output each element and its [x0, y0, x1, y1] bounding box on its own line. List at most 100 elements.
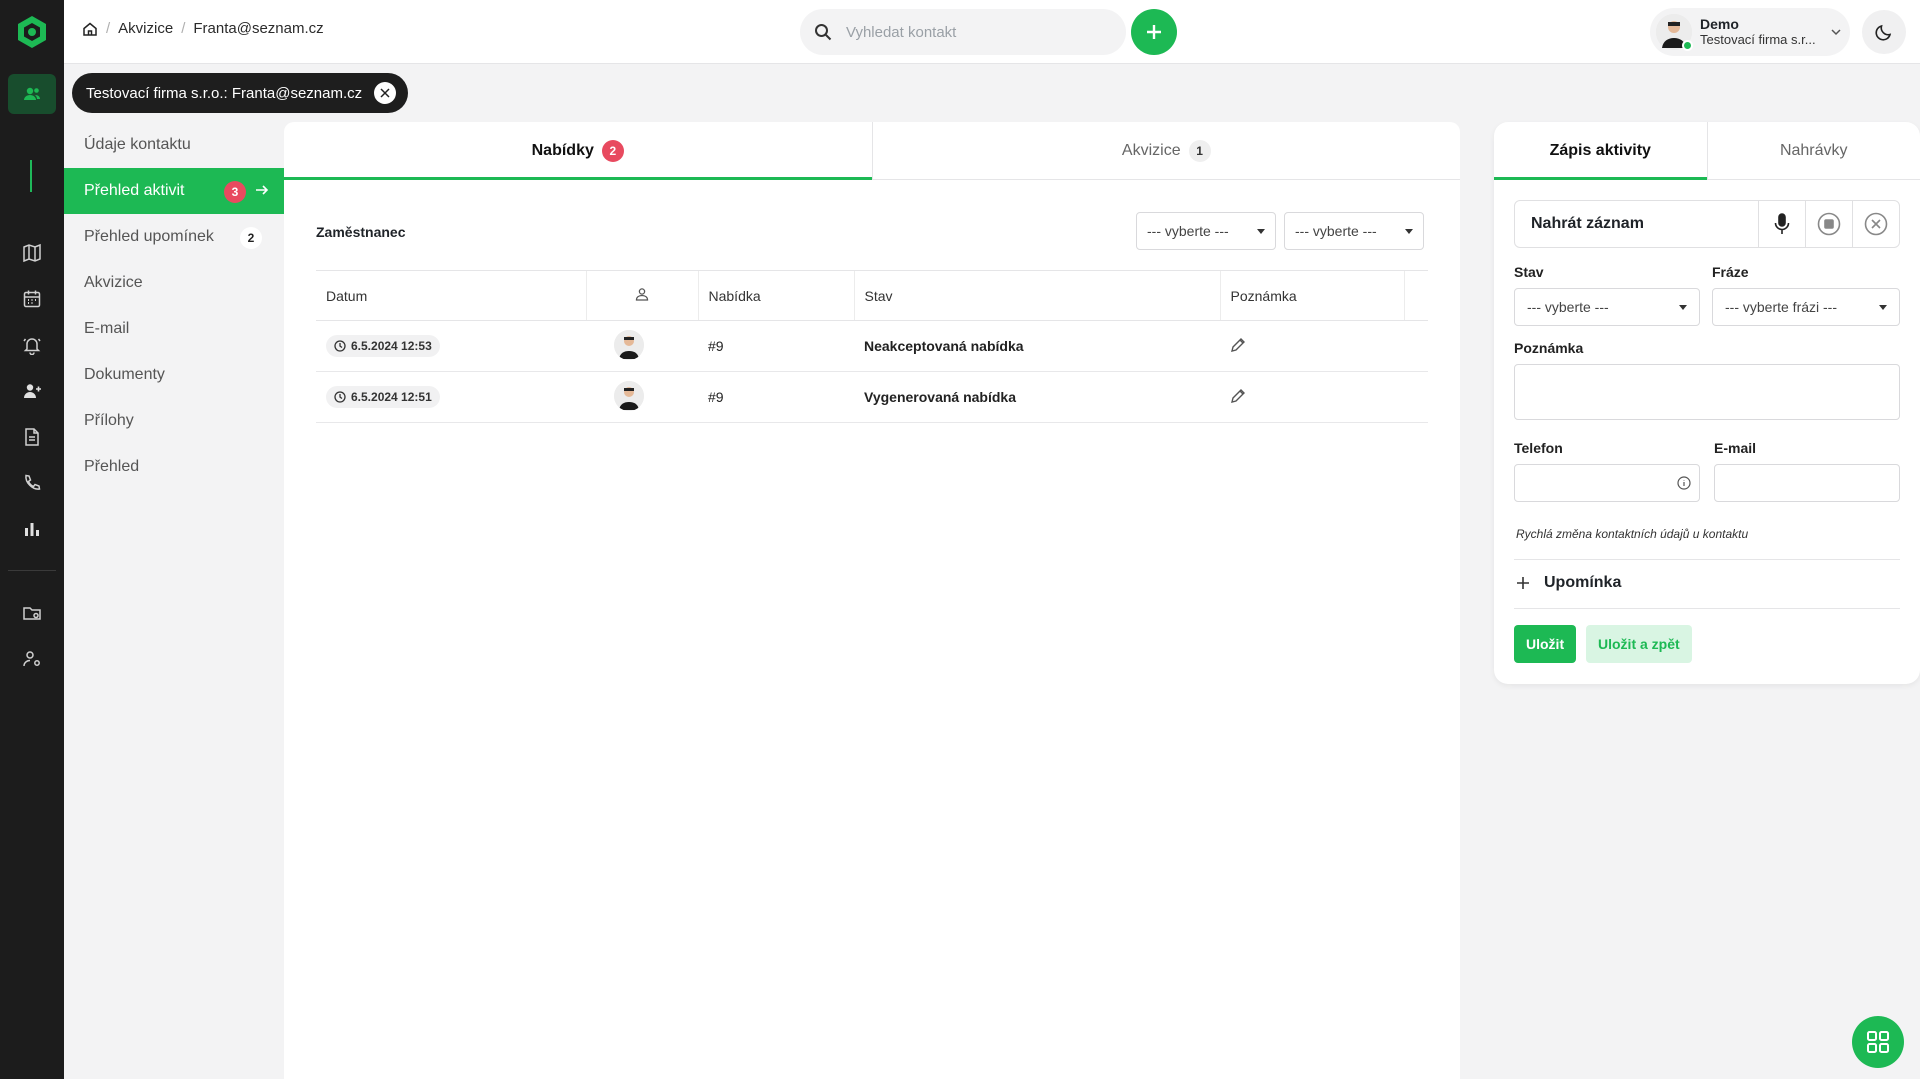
caret-down-icon: [1679, 304, 1687, 310]
stop-button[interactable]: [1805, 201, 1852, 247]
nav-label: Přílohy: [84, 412, 134, 429]
note-label: Poznámka: [1514, 340, 1584, 356]
phone-icon[interactable]: [8, 463, 56, 503]
save-button[interactable]: Uložit: [1514, 625, 1577, 663]
pencil-icon[interactable]: [1230, 388, 1246, 404]
phrase-select[interactable]: --- vyberte frázi ---: [1712, 288, 1900, 326]
folder-settings-icon[interactable]: [8, 593, 56, 633]
column-header-note[interactable]: Poznámka: [1219, 270, 1404, 321]
table-row[interactable]: 6.5.2024 12:53 #9 Neakceptovaná nabídka: [316, 320, 1428, 372]
bell-icon[interactable]: [8, 325, 56, 365]
app-logo-icon[interactable]: [15, 14, 49, 50]
email-label: E-mail: [1714, 440, 1757, 456]
column-header-date[interactable]: Datum: [316, 270, 586, 321]
date-pill: 6.5.2024 12:51: [326, 386, 440, 408]
user-menu[interactable]: Demo Testovací firma s.r...: [1650, 8, 1850, 56]
search-icon: [815, 24, 832, 41]
document-icon[interactable]: [8, 417, 56, 457]
clock-icon: [334, 340, 346, 352]
offers-table: Datum Nabídka Stav Poznámka 6.5.2024 12:…: [316, 270, 1428, 423]
row-state: Neakceptovaná nabídka: [854, 320, 1220, 372]
nav-item-attachments[interactable]: Přílohy: [64, 398, 284, 444]
email-field[interactable]: [1714, 464, 1900, 502]
row-offer[interactable]: #9: [698, 320, 854, 372]
tab-activity-record[interactable]: Zápis aktivity: [1494, 122, 1707, 180]
nav-item-akvizice[interactable]: Akvizice: [64, 260, 284, 306]
add-button[interactable]: [1131, 9, 1177, 55]
calendar-icon[interactable]: [8, 279, 56, 319]
employee-avatar: [614, 329, 644, 360]
divider: [1514, 608, 1900, 609]
activity-tabs: Zápis aktivity Nahrávky: [1494, 122, 1920, 180]
filter-select-1[interactable]: --- vyberte ---: [1136, 212, 1276, 250]
state-select[interactable]: --- vyberte ---: [1514, 288, 1700, 326]
column-header-employee[interactable]: [585, 270, 698, 321]
nav-badge: 2: [240, 227, 262, 249]
nav-label: Dokumenty: [84, 366, 165, 383]
nav-label: Přehled: [84, 458, 140, 475]
online-status-dot: [1682, 40, 1693, 51]
grid-icon: [1867, 1031, 1889, 1053]
reminder-label: Upomínka: [1544, 574, 1622, 591]
tab-akvizice[interactable]: Akvizice 1: [871, 122, 1461, 179]
column-header-offer[interactable]: Nabídka: [697, 270, 854, 321]
theme-toggle-button[interactable]: [1862, 10, 1906, 54]
row-state: Vygenerovaná nabídka: [854, 371, 1220, 423]
sidebar: [0, 0, 64, 1079]
nav-badge: 3: [224, 181, 246, 203]
caret-down-icon: [1405, 228, 1413, 234]
cancel-record-button[interactable]: [1852, 201, 1899, 247]
row-offer[interactable]: #9: [698, 371, 854, 423]
nav-item-contact-details[interactable]: Údaje kontaktu: [64, 122, 284, 168]
home-icon[interactable]: [82, 21, 98, 37]
add-reminder-button[interactable]: Upomínka: [1516, 574, 1621, 592]
microphone-icon: [1774, 213, 1790, 234]
contact-nav: Údaje kontaktu Přehled aktivit 3 Přehled…: [64, 122, 284, 1079]
chevron-down-icon: [1831, 29, 1841, 36]
close-icon[interactable]: [374, 82, 397, 104]
user-settings-icon[interactable]: [8, 639, 56, 679]
moon-icon: [1875, 24, 1892, 41]
open-contact-chip[interactable]: Testovací firma s.r.o.: Franta@seznam.cz: [72, 73, 409, 113]
nav-item-activity-overview[interactable]: Přehled aktivit 3: [64, 168, 284, 214]
chip-label: Testovací firma s.r.o.: Franta@seznam.cz: [86, 84, 363, 102]
stop-icon: [1817, 212, 1841, 236]
save-and-back-button[interactable]: Uložit a zpět: [1586, 625, 1692, 663]
record-label: Nahrát záznam: [1531, 215, 1644, 232]
avatar: [1656, 14, 1693, 51]
column-header-state[interactable]: Stav: [853, 270, 1220, 321]
filter-select-2[interactable]: --- vyberte ---: [1284, 212, 1424, 250]
column-header-empty: [1403, 270, 1428, 321]
user-icon: [635, 288, 649, 301]
nav-label: Údaje kontaktu: [84, 136, 191, 153]
nav-label: Přehled upomínek: [84, 228, 214, 245]
phone-field[interactable]: [1514, 464, 1700, 502]
chart-icon[interactable]: [8, 509, 56, 549]
employee-avatar: [614, 380, 644, 411]
contacts-nav-icon[interactable]: [8, 74, 56, 114]
date-pill: 6.5.2024 12:53: [326, 335, 440, 357]
select-value: --- vyberte ---: [1295, 223, 1377, 239]
note-textarea[interactable]: [1514, 364, 1900, 420]
user-contact-icon[interactable]: [8, 371, 56, 411]
plus-icon: [1517, 577, 1529, 589]
table-header-row: Datum Nabídka Stav Poznámka: [316, 270, 1428, 321]
breadcrumb-separator: /: [106, 20, 111, 37]
select-value: --- vyberte ---: [1147, 223, 1229, 239]
nav-item-overview[interactable]: Přehled: [64, 444, 284, 490]
breadcrumb-item-akvizice[interactable]: Akvizice: [118, 20, 173, 37]
breadcrumb-separator: /: [181, 20, 186, 37]
nav-item-reminders[interactable]: Přehled upomínek 2: [64, 214, 284, 260]
tab-nabidky[interactable]: Nabídky 2: [284, 122, 872, 180]
search-input[interactable]: [844, 22, 1084, 42]
nav-label: Akvizice: [84, 274, 143, 291]
pencil-icon[interactable]: [1230, 337, 1246, 353]
apps-grid-button[interactable]: [1852, 1016, 1904, 1068]
nav-item-documents[interactable]: Dokumenty: [64, 352, 284, 398]
microphone-button[interactable]: [1758, 201, 1805, 247]
nav-item-email[interactable]: E-mail: [64, 306, 284, 352]
row-date: 6.5.2024 12:53: [351, 339, 432, 353]
map-icon[interactable]: [8, 233, 56, 273]
table-row[interactable]: 6.5.2024 12:51 #9 Vygenerovaná nabídka: [316, 371, 1428, 423]
tab-recordings[interactable]: Nahrávky: [1706, 122, 1920, 179]
